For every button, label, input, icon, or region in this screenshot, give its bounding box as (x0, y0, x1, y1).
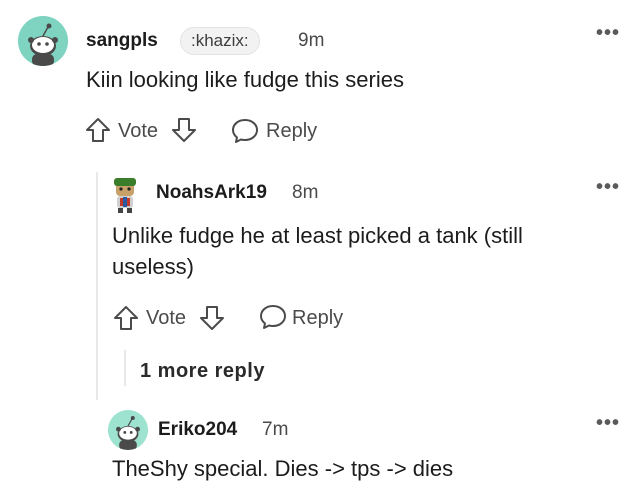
more-options-icon[interactable]: ••• (596, 22, 620, 45)
comment-bubble-icon (232, 119, 258, 143)
more-replies-link[interactable]: 1 more reply (140, 360, 265, 383)
reply-button[interactable]: Reply (258, 302, 358, 332)
arrow-down-icon (200, 306, 224, 330)
more-options-icon[interactable]: ••• (596, 176, 620, 199)
upvote-button[interactable] (112, 304, 140, 332)
timestamp: 8m (292, 182, 319, 203)
arrow-up-icon (114, 306, 138, 330)
timestamp: 7m (262, 419, 289, 440)
thread-line[interactable] (96, 172, 98, 400)
vote-label: Vote (118, 120, 159, 142)
snoo-avatar-icon[interactable] (108, 410, 148, 450)
username[interactable]: Eriko204 (158, 419, 237, 441)
downvote-button[interactable] (170, 116, 198, 144)
comment-body: Kiin looking like fudge this series (86, 67, 404, 92)
user-flair: :khazix: (180, 27, 260, 55)
username[interactable]: sangpls (86, 30, 158, 52)
more-options-icon[interactable]: ••• (596, 412, 620, 435)
comment-bubble-icon (260, 305, 286, 329)
upvote-button[interactable] (84, 116, 112, 144)
timestamp: 9m (298, 30, 325, 51)
comment-body-line-2: useless) (112, 254, 194, 279)
arrow-down-icon (172, 118, 196, 142)
custom-avatar-icon[interactable] (108, 176, 142, 214)
comment-body: TheShy special. Dies -> tps -> dies (112, 456, 454, 481)
reply-button[interactable]: Reply (230, 116, 330, 146)
snoo-avatar-icon[interactable] (18, 16, 68, 66)
vote-label: Vote (146, 307, 187, 329)
reply-label: Reply (292, 307, 344, 329)
comment-body-line-1: Unlike fudge he at least picked a tank (… (112, 223, 523, 248)
downvote-button[interactable] (198, 304, 226, 332)
arrow-up-icon (86, 118, 110, 142)
reply-label: Reply (266, 120, 318, 142)
nested-thread-line[interactable] (124, 350, 126, 386)
username[interactable]: NoahsArk19 (156, 182, 267, 204)
